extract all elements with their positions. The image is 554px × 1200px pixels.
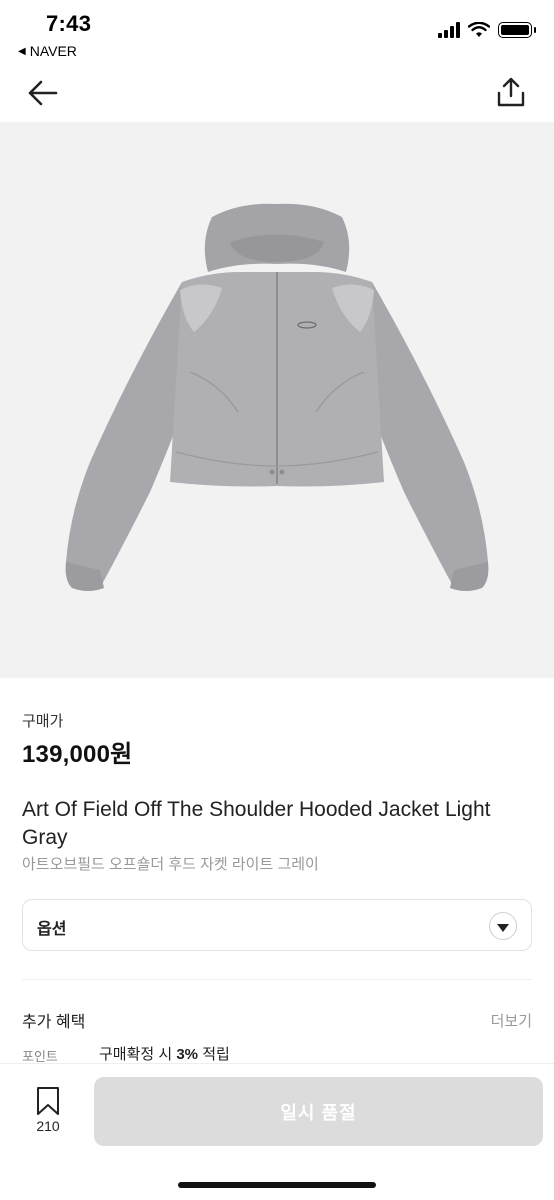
back-triangle-icon: ◀: [18, 45, 26, 57]
battery-icon: [498, 22, 536, 38]
wish-button[interactable]: 210: [26, 1086, 70, 1136]
product-page: 7:43 ◀ NAVER 구매가 139,000원 Art Of Field O…: [0, 0, 554, 1200]
product-title-ko: 아트오브필드 오프숄더 후드 자켓 라이트 그레이: [22, 856, 319, 873]
back-app-label: NAVER: [29, 43, 77, 59]
more-link[interactable]: 더보기: [491, 1010, 532, 1031]
chevron-down-icon: [489, 912, 517, 940]
price-label: 구매가: [22, 713, 64, 730]
arrow-left-icon[interactable]: [26, 78, 60, 108]
product-title-en: Art Of Field Off The Shoulder Hooded Jac…: [22, 798, 491, 849]
option-select[interactable]: 옵션: [22, 899, 532, 951]
product-image[interactable]: [0, 122, 554, 678]
section-divider: [22, 979, 532, 980]
option-label: 옵션: [37, 921, 67, 938]
buy-button[interactable]: 일시 품절: [94, 1077, 543, 1146]
status-bar: 7:43 ◀ NAVER: [0, 0, 554, 66]
jacket-illustration: [65, 203, 489, 591]
home-indicator: [178, 1182, 376, 1188]
bottom-action-bar: 210 일시 품절: [0, 1064, 554, 1200]
top-nav: [0, 66, 554, 122]
point-label: 포인트: [22, 1049, 58, 1064]
wish-count: 210: [36, 1118, 60, 1134]
point-rate: 3%: [176, 1046, 199, 1063]
bookmark-icon: [37, 1087, 59, 1115]
benefits-title: 추가 혜택: [22, 1014, 86, 1031]
status-time: 7:43: [46, 11, 92, 36]
wifi-icon: [468, 22, 490, 37]
signal-icon: [438, 22, 460, 38]
point-text-suffix: 적립: [198, 1046, 230, 1063]
share-icon[interactable]: [496, 76, 526, 108]
price-value: 139,000원: [22, 741, 133, 768]
point-text-prefix: 구매확정 시: [99, 1046, 177, 1063]
point-text: 구매확정 시 3% 적립: [99, 1043, 230, 1064]
status-icons: [438, 22, 536, 38]
back-to-app-link[interactable]: ◀ NAVER: [18, 43, 77, 59]
